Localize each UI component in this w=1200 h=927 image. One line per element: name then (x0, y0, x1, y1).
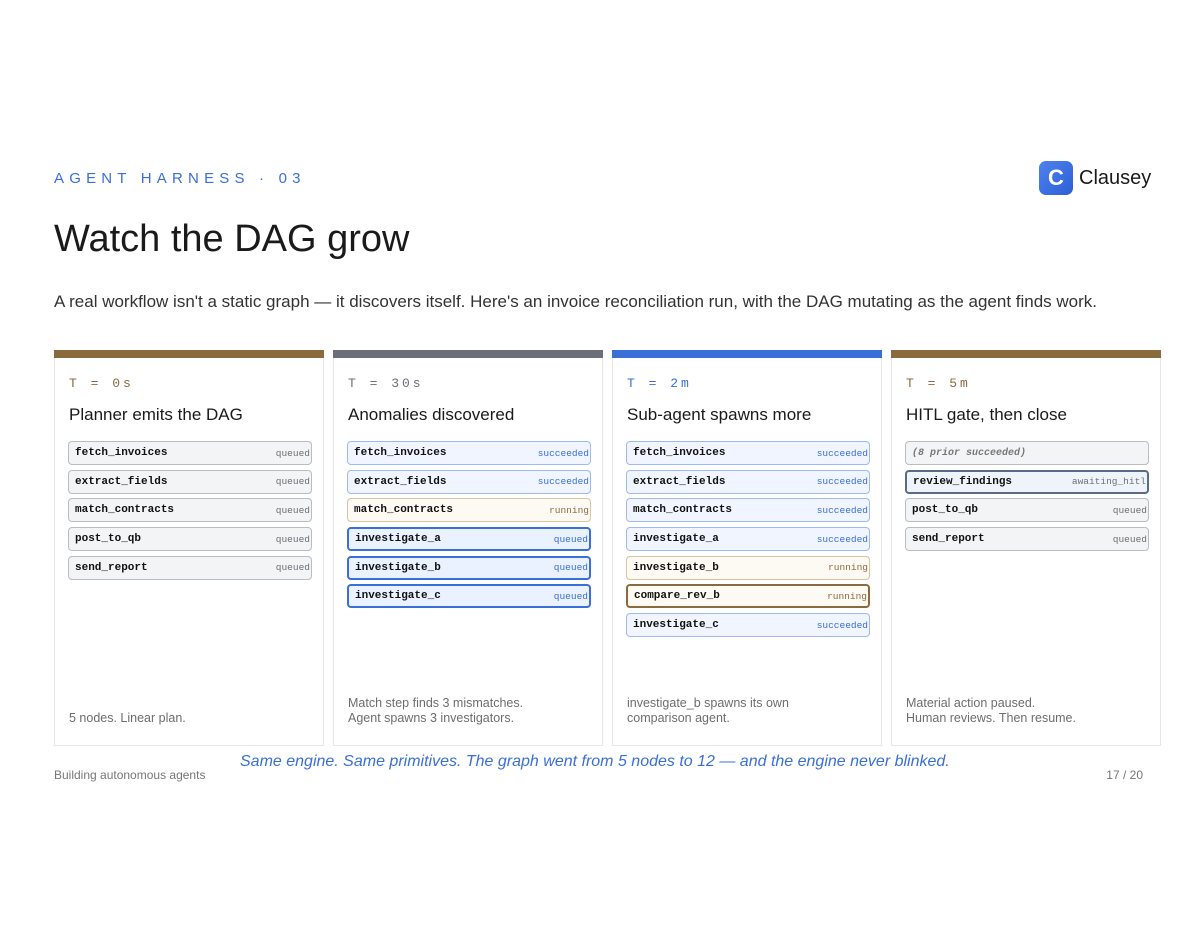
node-name: fetch_invoices (354, 447, 447, 459)
node-status: queued (553, 533, 588, 545)
node-name: match_contracts (354, 504, 454, 517)
node-status: queued (553, 590, 588, 602)
timeline-card-t5m: T = 5m HITL gate, then close (8 prior su… (891, 350, 1161, 746)
node-status: succeeded (816, 504, 868, 516)
card-time: T = 5m (906, 376, 971, 391)
node-name: fetch_invoices (75, 447, 168, 459)
node-status: queued (275, 476, 310, 488)
node-status: succeeded (816, 533, 868, 545)
card-caption: Match step finds 3 mismatches. Agent spa… (348, 696, 524, 725)
dag-node: match_contracts succeeded (626, 498, 870, 523)
card-caption: 5 nodes. Linear plan. (69, 711, 186, 725)
dag-node: extract_fields succeeded (626, 469, 870, 494)
node-name: match_contracts (633, 504, 733, 517)
node-status: succeeded (816, 476, 868, 488)
dag-node: fetch_invoices succeeded (347, 441, 591, 465)
footer-quote: Same engine. Same primitives. The graph … (240, 753, 950, 770)
node-list: fetch_invoices succeeded extract_fields su… (347, 441, 591, 613)
dag-node: send_report queued (68, 555, 312, 580)
dag-node: investigate_a succeeded (626, 527, 870, 552)
node-status: succeeded (816, 619, 868, 631)
dag-node: investigate_b running (626, 555, 870, 580)
node-name: match_contracts (75, 504, 175, 517)
card-accent-bar (612, 350, 882, 358)
node-name: compare_rev_b (634, 590, 720, 603)
eyebrow-label: AGENT HARNESS · 03 (54, 170, 306, 187)
node-name: (8 prior succeeded) (912, 447, 1027, 459)
node-name: send_report (912, 533, 985, 546)
card-title: Planner emits the DAG (69, 405, 243, 424)
brand-logo: C Clausey (1039, 161, 1151, 195)
node-name: investigate_a (633, 533, 719, 546)
dag-node: investigate_c queued (347, 584, 591, 609)
brand-name: Clausey (1079, 166, 1152, 189)
node-status: succeeded (816, 447, 868, 459)
node-name: post_to_qb (912, 504, 979, 517)
page-number: 17 / 20 (1106, 768, 1143, 782)
node-status: running (827, 590, 867, 602)
card-title: Sub-agent spawns more (627, 405, 812, 424)
card-caption: Material action paused. Human reviews. T… (906, 696, 1076, 725)
card-time: T = 0s (69, 376, 134, 391)
node-status: queued (1112, 533, 1147, 545)
card-accent-bar (333, 350, 603, 358)
card-time: T = 2m (627, 376, 692, 391)
node-list: fetch_invoices succeeded extract_fields su… (626, 441, 870, 642)
node-status: running (828, 562, 868, 574)
node-status: queued (275, 533, 310, 545)
node-list: fetch_invoices queued extract_fields queue… (68, 441, 312, 584)
footer-deck-title: Building autonomous agents (54, 768, 206, 782)
node-status: queued (553, 562, 588, 574)
brand-mark-icon: C (1039, 161, 1073, 195)
node-status: queued (275, 562, 310, 574)
card-accent-bar (54, 350, 324, 358)
node-name: investigate_b (633, 561, 719, 574)
node-name: fetch_invoices (633, 447, 726, 459)
node-status: queued (1112, 504, 1147, 516)
node-status: queued (275, 447, 310, 459)
node-status: succeeded (537, 447, 589, 459)
card-title: Anomalies discovered (348, 405, 515, 424)
node-name: extract_fields (633, 475, 726, 488)
page-subtitle: A real workflow isn't a static graph — i… (54, 292, 1098, 311)
timeline-card-t2m: T = 2m Sub-agent spawns more fetch_invoi… (612, 350, 882, 746)
card-title: HITL gate, then close (906, 405, 1067, 424)
dag-node: extract_fields succeeded (347, 469, 591, 494)
node-name: extract_fields (354, 475, 447, 488)
node-status: running (549, 504, 589, 516)
dag-node: send_report queued (905, 527, 1149, 552)
node-status: queued (275, 504, 310, 516)
page-title: Watch the DAG grow (54, 218, 410, 260)
node-name: investigate_a (355, 533, 441, 546)
node-name: post_to_qb (75, 533, 142, 546)
dag-node: extract_fields queued (68, 469, 312, 494)
dag-node: fetch_invoices succeeded (626, 441, 870, 465)
timeline-card-t0: T = 0s Planner emits the DAG fetch_invoi… (54, 350, 324, 746)
card-accent-bar (891, 350, 1161, 358)
node-status: succeeded (537, 476, 589, 488)
dag-node: fetch_invoices queued (68, 441, 312, 465)
dag-node: investigate_b queued (347, 555, 591, 580)
node-name: investigate_b (355, 561, 441, 574)
dag-node-collapsed: (8 prior succeeded) (905, 441, 1149, 465)
node-list: (8 prior succeeded) review_findings await… (905, 441, 1149, 556)
card-caption: investigate_b spawns its own comparison … (627, 696, 789, 725)
dag-node: investigate_a queued (347, 527, 591, 552)
timeline-cards: T = 0s Planner emits the DAG fetch_invoi… (54, 350, 1161, 746)
dag-node: match_contracts running (347, 498, 591, 523)
dag-node: match_contracts queued (68, 498, 312, 523)
card-time: T = 30s (348, 376, 424, 391)
dag-node: review_findings awaiting_hitl (905, 469, 1149, 494)
node-name: send_report (75, 561, 148, 574)
node-name: extract_fields (75, 475, 168, 488)
dag-node: compare_rev_b running (626, 584, 870, 609)
node-status: awaiting_hitl (1071, 476, 1146, 488)
node-name: review_findings (913, 475, 1013, 488)
node-name: investigate_c (633, 619, 719, 632)
node-name: investigate_c (355, 590, 441, 603)
dag-node: investigate_c succeeded (626, 613, 870, 638)
dag-node: post_to_qb queued (68, 527, 312, 552)
timeline-card-t30s: T = 30s Anomalies discovered fetch_invoi… (333, 350, 603, 746)
dag-node: post_to_qb queued (905, 498, 1149, 523)
